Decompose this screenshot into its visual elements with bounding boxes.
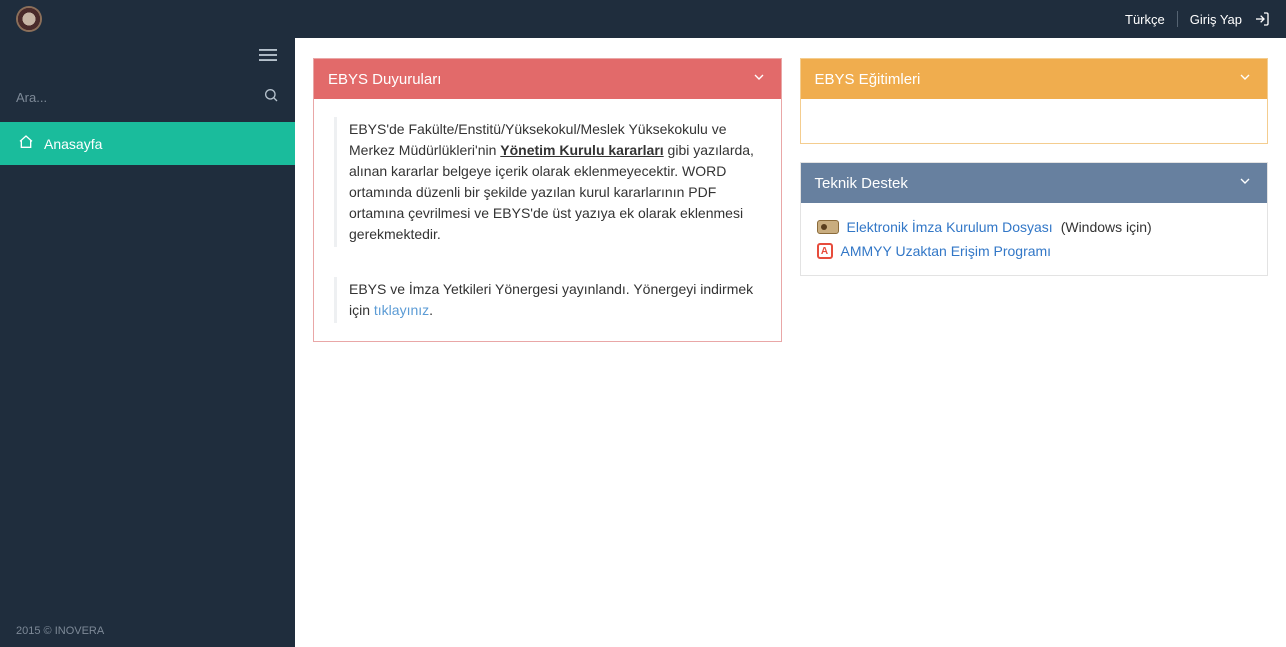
chevron-down-icon: [1237, 69, 1253, 89]
support-row: A AMMYY Uzaktan Erişim Programı: [817, 239, 1252, 263]
announcement-text-post: .: [429, 302, 433, 318]
search-icon[interactable]: [263, 87, 279, 108]
sidebar-toggle[interactable]: [0, 38, 295, 79]
panel-announcements-body: EBYS'de Fakülte/Enstitü/Yüksekokul/Mesle…: [314, 99, 781, 341]
language-switch[interactable]: Türkçe: [1125, 12, 1165, 27]
content: EBYS Duyuruları EBYS'de Fakülte/Enstitü/…: [295, 38, 1286, 647]
layout: Anasayfa 2015 © INOVERA EBYS Duyuruları …: [0, 38, 1286, 647]
login-icon[interactable]: [1254, 11, 1270, 27]
panel-trainings: EBYS Eğitimleri: [800, 58, 1269, 144]
panel-support-header[interactable]: Teknik Destek: [801, 163, 1268, 203]
nav-home[interactable]: Anasayfa: [0, 122, 295, 165]
search-row: [0, 79, 295, 122]
support-row: Elektronik İmza Kurulum Dosyası (Windows…: [817, 215, 1252, 239]
announcement-item: EBYS ve İmza Yetkileri Yönergesi yayınla…: [334, 277, 761, 323]
nav-home-label: Anasayfa: [44, 136, 102, 152]
panel-support-body: Elektronik İmza Kurulum Dosyası (Windows…: [801, 203, 1268, 275]
key-icon: [817, 220, 839, 234]
announcement-download-link[interactable]: tıklayınız: [374, 302, 429, 318]
topbar-right: Türkçe Giriş Yap: [1125, 11, 1270, 27]
col-right: EBYS Eğitimleri Teknik Destek Elektronik…: [800, 58, 1269, 294]
support-link-ammyy[interactable]: AMMYY Uzaktan Erişim Programı: [841, 243, 1052, 259]
panel-support: Teknik Destek Elektronik İmza Kurulum Do…: [800, 162, 1269, 276]
panel-announcements-title: EBYS Duyuruları: [328, 71, 441, 88]
panel-trainings-header[interactable]: EBYS Eğitimleri: [801, 59, 1268, 99]
app-logo[interactable]: [16, 6, 42, 32]
panel-support-title: Teknik Destek: [815, 175, 908, 192]
col-left: EBYS Duyuruları EBYS'de Fakülte/Enstitü/…: [313, 58, 782, 360]
content-grid: EBYS Duyuruları EBYS'de Fakülte/Enstitü/…: [313, 58, 1268, 360]
support-suffix: (Windows için): [1061, 219, 1152, 235]
sidebar-footer: 2015 © INOVERA: [0, 615, 295, 647]
search-input[interactable]: [16, 90, 263, 105]
login-link[interactable]: Giriş Yap: [1190, 12, 1242, 27]
sidebar: Anasayfa 2015 © INOVERA: [0, 38, 295, 647]
panel-announcements: EBYS Duyuruları EBYS'de Fakülte/Enstitü/…: [313, 58, 782, 342]
chevron-down-icon: [1237, 173, 1253, 193]
support-link-esign[interactable]: Elektronik İmza Kurulum Dosyası: [847, 219, 1053, 235]
home-icon: [18, 134, 34, 153]
ammyy-icon: A: [817, 243, 833, 259]
announcement-item: EBYS'de Fakülte/Enstitü/Yüksekokul/Mesle…: [334, 117, 761, 247]
panel-trainings-body: [801, 99, 1268, 143]
topbar: Türkçe Giriş Yap: [0, 0, 1286, 38]
menu-icon: [259, 46, 277, 69]
panel-announcements-header[interactable]: EBYS Duyuruları: [314, 59, 781, 99]
announcement-text-underline: Yönetim Kurulu kararları: [500, 142, 663, 158]
chevron-down-icon: [751, 69, 767, 89]
panel-trainings-title: EBYS Eğitimleri: [815, 71, 921, 88]
nav: Anasayfa: [0, 122, 295, 165]
divider: [1177, 11, 1178, 27]
